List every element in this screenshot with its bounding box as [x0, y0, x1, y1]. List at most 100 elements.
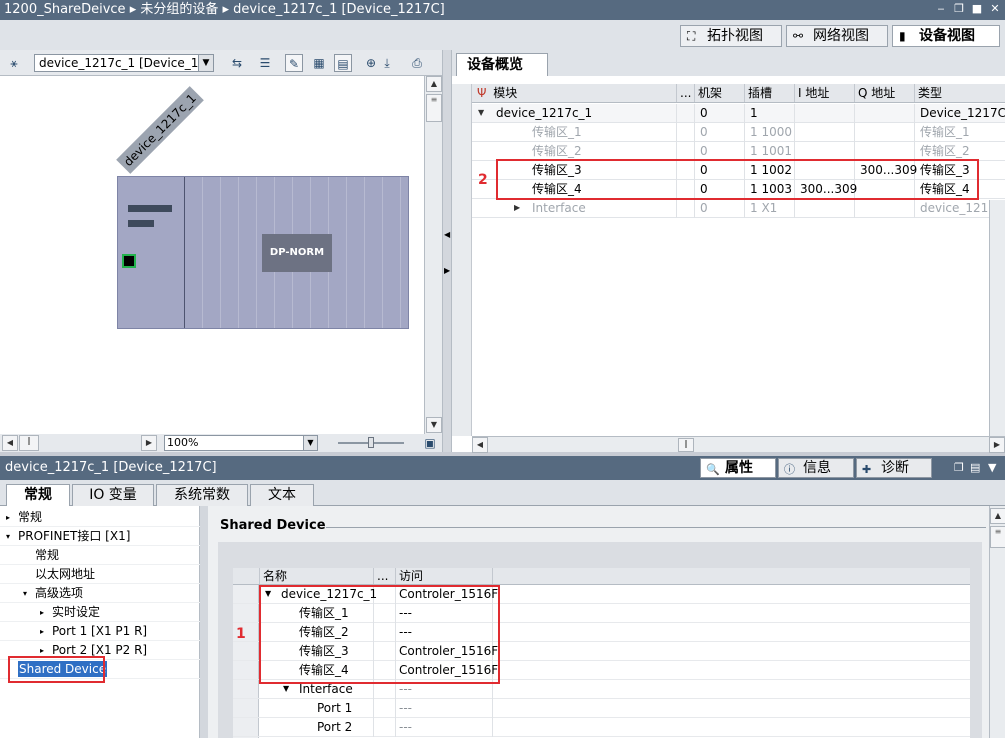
restore-icon[interactable]: ❐ [952, 3, 966, 15]
col-q-address[interactable]: Q 地址 [854, 84, 914, 102]
content-vertical-scrollbar[interactable]: ▲ ≡ [989, 506, 1005, 738]
col-slot[interactable]: 插槽 [744, 84, 794, 102]
tab-system-constants[interactable]: 系统常数 [156, 484, 248, 506]
shared-device-panel: Shared Device 名称 ... 访问 ▼ device_1217c_1 C… [208, 506, 1005, 738]
module-cell: device_1217c_1 [496, 106, 593, 120]
access-cell[interactable]: --- [399, 718, 412, 736]
tab-label: 诊断 [881, 460, 909, 476]
scroll-thumb[interactable]: ≡ [426, 94, 442, 122]
collapse-arrow-icon[interactable]: ▸ [40, 603, 44, 622]
tab-device-overview[interactable]: 设备概览 [456, 53, 548, 76]
col-access[interactable]: 访问 [395, 568, 492, 584]
overview-row[interactable]: ▶ Interface 0 1 X1 device_1217c [472, 199, 1005, 218]
scroll-down-icon[interactable]: ▼ [426, 417, 442, 433]
tab-topology-view[interactable]: ⛶ 拓扑视图 [680, 25, 782, 47]
scroll-thumb[interactable]: ‖ [678, 438, 694, 452]
tree-item-label: Port 2 [X1 P2 R] [52, 643, 148, 657]
collapse-left-icon[interactable]: ◀ [444, 230, 450, 239]
tab-label: 设备视图 [919, 28, 975, 44]
grid-icon[interactable]: ▦ [310, 54, 328, 72]
minimize-icon[interactable]: ‒ [934, 3, 948, 15]
view-splitter[interactable]: ◀ ▶ [442, 50, 452, 452]
scroll-up-icon[interactable]: ▲ [990, 508, 1005, 524]
scroll-left-icon[interactable]: ◀ [472, 437, 488, 453]
menu-icon[interactable]: ▤ [970, 456, 980, 480]
col-i-address[interactable]: I 地址 [794, 84, 854, 102]
overview-vertical-scrollbar[interactable] [989, 200, 1005, 436]
cell-divider [373, 718, 374, 737]
collapse-arrow-icon[interactable]: ▸ [6, 508, 10, 527]
maximize-icon[interactable]: ■ [970, 3, 984, 15]
tab-diagnostics[interactable]: ✚ 诊断 [856, 458, 932, 478]
name-icon[interactable]: ☰ [256, 54, 274, 72]
restore-icon[interactable]: ❐ [954, 456, 964, 480]
expand-right-icon[interactable]: ▶ [444, 266, 450, 275]
tree-item[interactable]: ▸ 实时设定 [40, 603, 100, 622]
tree-item[interactable]: ▸ Port 1 [X1 P1 R] [40, 622, 147, 641]
cell-divider [395, 718, 396, 737]
chevron-down-icon[interactable]: ▼ [198, 55, 213, 71]
tree-item[interactable]: 常规 [35, 546, 59, 565]
scroll-up-icon[interactable]: ▲ [426, 76, 442, 92]
canvas-vertical-scrollbar[interactable]: ▲ ≡ ▼ [424, 76, 442, 434]
overview-row[interactable]: 传输区_1 0 1 1000 传输区_1 [472, 123, 1005, 142]
network-connect-icon[interactable]: ⚹ [5, 54, 23, 72]
zoom-slider-handle[interactable] [368, 437, 374, 448]
profinet-port-icon[interactable] [122, 254, 136, 268]
col-type[interactable]: 类型 [914, 84, 1005, 102]
col-module[interactable]: Ψ 模块 [472, 84, 676, 102]
overview-row[interactable]: ▼ device_1217c_1 0 1 Device_1217C [472, 104, 1005, 123]
col-name[interactable]: 名称 [259, 568, 373, 584]
swap-icon[interactable]: ⇆ [228, 54, 246, 72]
download-icon[interactable]: ⤓ [378, 54, 396, 72]
canvas-bottom-bar: ◀ ‖ ▶ 100% ▼ ▣ [0, 434, 442, 452]
tree-splitter[interactable] [200, 506, 208, 738]
dp-norm-module[interactable]: DP-NORM [262, 234, 332, 272]
tab-device-view[interactable]: ▮ 设备视图 [892, 25, 1000, 47]
chevron-down-icon[interactable]: ▼ [988, 456, 996, 480]
expand-arrow-icon[interactable]: ▾ [6, 527, 10, 546]
tree-item[interactable]: ▸ 常规 [6, 508, 42, 527]
tree-item[interactable]: 以太网地址 [35, 565, 95, 584]
tab-network-view[interactable]: ⚯ 网络视图 [786, 25, 888, 47]
table-icon[interactable]: ▤ [334, 54, 352, 72]
scroll-right-icon[interactable]: ▶ [989, 437, 1005, 453]
overview-horizontal-scrollbar[interactable]: ◀ ‖ ▶ [472, 436, 1005, 453]
cell-divider [854, 104, 855, 123]
tab-general[interactable]: 常规 [6, 484, 70, 507]
horizontal-scroll-thumb[interactable]: ‖ [19, 435, 39, 451]
show-module-icon[interactable]: ✎ [285, 54, 303, 72]
col-more[interactable]: ... [676, 84, 694, 102]
chevron-down-icon[interactable]: ▼ [303, 436, 317, 450]
col-more[interactable]: ... [373, 568, 395, 584]
type-cell: 传输区_2 [920, 144, 970, 158]
cell-divider [492, 699, 493, 718]
navigation-icon[interactable]: ▣ [421, 434, 439, 452]
close-icon[interactable]: ✕ [988, 3, 1002, 15]
tab-texts[interactable]: 文本 [250, 484, 314, 506]
cell-divider [854, 123, 855, 142]
scroll-thumb[interactable]: ≡ [990, 526, 1005, 548]
tab-properties[interactable]: 🔍 属性 [700, 458, 776, 478]
access-cell[interactable]: --- [399, 699, 412, 717]
tree-item[interactable]: ▾ PROFINET接口 [X1] [6, 527, 130, 546]
collapse-arrow-icon[interactable]: ▶ [514, 199, 520, 217]
cell-divider [794, 199, 795, 218]
tab-io-tags[interactable]: IO 变量 [72, 484, 154, 506]
highlight-box-2 [496, 159, 979, 200]
shared-device-row[interactable]: Port 2 --- [233, 718, 970, 737]
expand-arrow-icon[interactable]: ▼ [478, 104, 484, 122]
device-select[interactable]: device_1217c_1 [Device_1217C] ▼ [34, 54, 214, 72]
scroll-left-icon[interactable]: ◀ [2, 435, 18, 451]
shared-device-row[interactable]: Port 1 --- [233, 699, 970, 718]
col-rack[interactable]: 机架 [694, 84, 744, 102]
tree-item[interactable]: ▾ 高级选项 [23, 584, 83, 603]
device-rack[interactable]: DP-NORM [117, 176, 409, 329]
print-icon[interactable]: ⎙ [408, 54, 426, 72]
collapse-arrow-icon[interactable]: ▸ [40, 622, 44, 641]
scroll-right-icon[interactable]: ▶ [141, 435, 157, 451]
expand-arrow-icon[interactable]: ▾ [23, 584, 27, 603]
tab-info[interactable]: ⓘ 信息 [778, 458, 854, 478]
properties-subtabs: 常规 IO 变量 系统常数 文本 [0, 480, 1005, 507]
zoom-select[interactable]: 100% ▼ [164, 435, 318, 451]
